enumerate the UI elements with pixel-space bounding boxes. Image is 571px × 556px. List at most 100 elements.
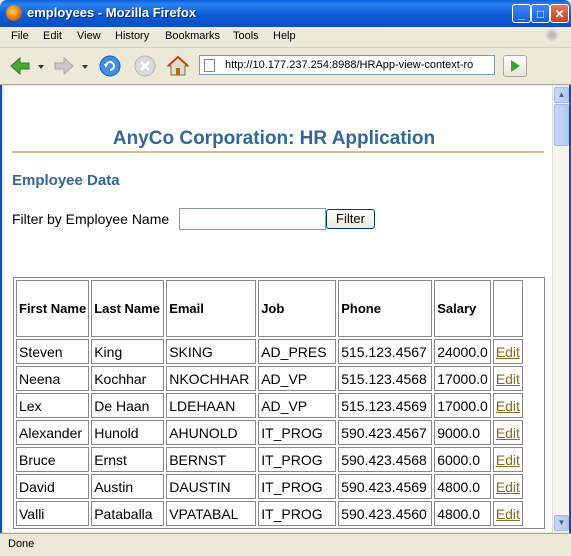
menu-tools[interactable]: Tools bbox=[233, 30, 259, 42]
stop-icon[interactable] bbox=[133, 54, 157, 78]
cell-first-name: Lex bbox=[16, 393, 90, 418]
menu-bar: File Edit View History Bookmarks Tools H… bbox=[0, 27, 571, 48]
filter-button[interactable]: Filter bbox=[326, 209, 375, 229]
title-divider bbox=[12, 151, 544, 153]
back-icon[interactable] bbox=[8, 54, 32, 78]
table-row: Neena Kochhar NKOCHHAR AD_VP 515.123.4568 170… bbox=[16, 366, 523, 391]
cell-edit: Edit bbox=[492, 393, 523, 418]
status-bar: Done bbox=[0, 533, 571, 556]
menu-bookmarks[interactable]: Bookmarks bbox=[165, 30, 220, 42]
page-icon bbox=[204, 59, 215, 72]
table-row: David Austin DAUSTIN IT_PROG 590.423.4569 480… bbox=[16, 474, 523, 499]
cell-first-name: Alexander bbox=[16, 420, 90, 445]
cell-salary: 17000.0 bbox=[434, 393, 491, 418]
employee-table: First Name Last Name Email Job Phone Sal… bbox=[13, 277, 545, 529]
filter-label: Filter by Employee Name bbox=[12, 211, 170, 227]
cell-first-name: Bruce bbox=[16, 447, 90, 472]
cell-first-name: Valli bbox=[16, 501, 90, 526]
minimize-button[interactable]: _ bbox=[512, 4, 531, 23]
header-email: Email bbox=[166, 280, 257, 337]
forward-icon[interactable] bbox=[52, 54, 76, 78]
status-text: Done bbox=[8, 538, 35, 550]
cell-phone: 590.423.4569 bbox=[338, 474, 433, 499]
edit-link[interactable]: Edit bbox=[496, 398, 520, 414]
cell-email: LDEHAAN bbox=[166, 393, 257, 418]
filter-input[interactable] bbox=[179, 208, 326, 230]
page-title: AnyCo Corporation: HR Application bbox=[112, 128, 436, 149]
cell-phone: 590.423.4567 bbox=[338, 420, 433, 445]
go-arrow-icon bbox=[511, 60, 520, 72]
cell-first-name: Steven bbox=[16, 339, 90, 364]
edit-link[interactable]: Edit bbox=[496, 371, 520, 387]
window-border-left bbox=[0, 27, 2, 556]
cell-edit: Edit bbox=[492, 339, 523, 364]
cell-job: IT_PROG bbox=[258, 501, 337, 526]
table-row: Valli Pataballa VPATABAL IT_PROG 590.423.456… bbox=[16, 501, 523, 526]
menu-view[interactable]: View bbox=[77, 30, 101, 42]
cell-last-name: Hunold bbox=[91, 420, 165, 445]
cell-salary: 9000.0 bbox=[434, 420, 491, 445]
cell-phone: 590.423.4568 bbox=[338, 447, 433, 472]
throbber-icon: ✺ bbox=[545, 28, 559, 45]
cell-email: AHUNOLD bbox=[166, 420, 257, 445]
cell-last-name: Austin bbox=[91, 474, 165, 499]
edit-link[interactable]: Edit bbox=[496, 452, 520, 468]
cell-edit: Edit bbox=[492, 501, 523, 526]
edit-link[interactable]: Edit bbox=[496, 425, 520, 441]
header-salary: Salary bbox=[434, 280, 491, 337]
close-button[interactable]: ✕ bbox=[550, 4, 569, 23]
edit-link[interactable]: Edit bbox=[496, 344, 520, 360]
table-row: Lex De Haan LDEHAAN AD_VP 515.123.4569 17000.… bbox=[16, 393, 523, 418]
cell-last-name: De Haan bbox=[91, 393, 165, 418]
table-row: Steven King SKING AD_PRES 515.123.4567 24000.… bbox=[16, 339, 523, 364]
menu-history[interactable]: History bbox=[115, 30, 149, 42]
cell-edit: Edit bbox=[492, 474, 523, 499]
header-actions bbox=[492, 280, 523, 337]
window-title: employees - Mozilla Firefox bbox=[27, 5, 197, 20]
table-header-row: First Name Last Name Email Job Phone Sal… bbox=[16, 280, 523, 337]
cell-first-name: Neena bbox=[16, 366, 90, 391]
header-phone: Phone bbox=[338, 280, 433, 337]
maximize-button[interactable]: □ bbox=[531, 4, 550, 23]
cell-email: VPATABAL bbox=[166, 501, 257, 526]
cell-edit: Edit bbox=[492, 366, 523, 391]
cell-salary: 17000.0 bbox=[434, 366, 491, 391]
menu-file[interactable]: File bbox=[11, 30, 29, 42]
table-row: Bruce Ernst BERNST IT_PROG 590.423.4568 6000.… bbox=[16, 447, 523, 472]
reload-icon[interactable] bbox=[98, 54, 122, 78]
cell-phone: 515.123.4567 bbox=[338, 339, 433, 364]
cell-salary: 4800.0 bbox=[434, 474, 491, 499]
cell-email: DAUSTIN bbox=[166, 474, 257, 499]
cell-email: NKOCHHAR bbox=[166, 366, 257, 391]
cell-first-name: David bbox=[16, 474, 90, 499]
address-bar[interactable]: http://10.177.237.254:8988/HRApp-view-co… bbox=[199, 55, 495, 75]
forward-history-dropdown-icon[interactable] bbox=[80, 54, 90, 78]
go-button[interactable] bbox=[503, 55, 527, 77]
edit-link[interactable]: Edit bbox=[496, 479, 520, 495]
cell-edit: Edit bbox=[492, 420, 523, 445]
back-history-dropdown-icon[interactable] bbox=[36, 54, 46, 78]
cell-salary: 6000.0 bbox=[434, 447, 491, 472]
menu-help[interactable]: Help bbox=[273, 30, 296, 42]
table-row: Alexander Hunold AHUNOLD IT_PROG 590.423.456… bbox=[16, 420, 523, 445]
vertical-scrollbar[interactable]: ▲ ▼ bbox=[552, 86, 569, 532]
header-job: Job bbox=[258, 280, 337, 337]
cell-job: IT_PROG bbox=[258, 474, 337, 499]
menu-edit[interactable]: Edit bbox=[43, 30, 62, 42]
cell-phone: 515.123.4569 bbox=[338, 393, 433, 418]
home-icon[interactable] bbox=[166, 54, 190, 78]
cell-email: SKING bbox=[166, 339, 257, 364]
edit-link[interactable]: Edit bbox=[496, 506, 520, 522]
cell-last-name: King bbox=[91, 339, 165, 364]
scrollbar-thumb[interactable] bbox=[554, 104, 569, 146]
cell-phone: 590.423.4560 bbox=[338, 501, 433, 526]
cell-salary: 24000.0 bbox=[434, 339, 491, 364]
header-first-name: First Name bbox=[16, 280, 90, 337]
cell-job: IT_PROG bbox=[258, 447, 337, 472]
cell-last-name: Pataballa bbox=[91, 501, 165, 526]
scroll-up-arrow-icon[interactable]: ▲ bbox=[554, 87, 569, 103]
cell-email: BERNST bbox=[166, 447, 257, 472]
url-text[interactable]: http://10.177.237.254:8988/HRApp-view-co… bbox=[225, 59, 491, 71]
cell-salary: 4800.0 bbox=[434, 501, 491, 526]
scroll-down-arrow-icon[interactable]: ▼ bbox=[554, 515, 569, 531]
